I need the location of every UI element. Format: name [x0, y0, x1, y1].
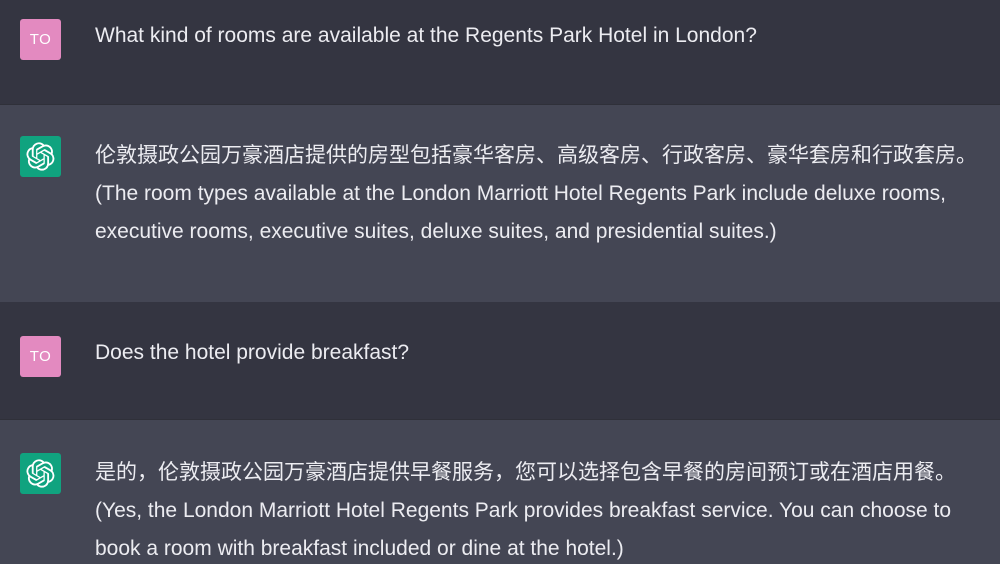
user-avatar-initials: TO [29, 348, 52, 365]
assistant-message: 是的，伦敦摄政公园万豪酒店提供早餐服务，您可以选择包含早餐的房间预订或在酒店用餐… [0, 419, 1000, 564]
assistant-avatar [20, 453, 61, 494]
user-avatar: TO [20, 336, 61, 377]
user-avatar: TO [20, 19, 61, 60]
chat-thread: TO What kind of rooms are available at t… [0, 0, 1000, 564]
user-message-text: Does the hotel provide breakfast? [95, 341, 410, 364]
assistant-message-text: 伦敦摄政公园万豪酒店提供的房型包括豪华客房、高级客房、行政客房、豪华套房和行政套… [95, 144, 977, 243]
user-message-text: What kind of rooms are available at the … [95, 24, 757, 47]
user-avatar-initials: TO [29, 31, 52, 48]
assistant-avatar [20, 136, 61, 177]
assistant-message-text: 是的，伦敦摄政公园万豪酒店提供早餐服务，您可以选择包含早餐的房间预订或在酒店用餐… [95, 461, 956, 560]
openai-logo-icon [26, 142, 55, 171]
assistant-message: 伦敦摄政公园万豪酒店提供的房型包括豪华客房、高级客房、行政客房、豪华套房和行政套… [0, 104, 1000, 302]
user-message: TO Does the hotel provide breakfast? [0, 302, 1000, 419]
openai-logo-icon [26, 459, 55, 488]
user-message: TO What kind of rooms are available at t… [0, 0, 1000, 104]
